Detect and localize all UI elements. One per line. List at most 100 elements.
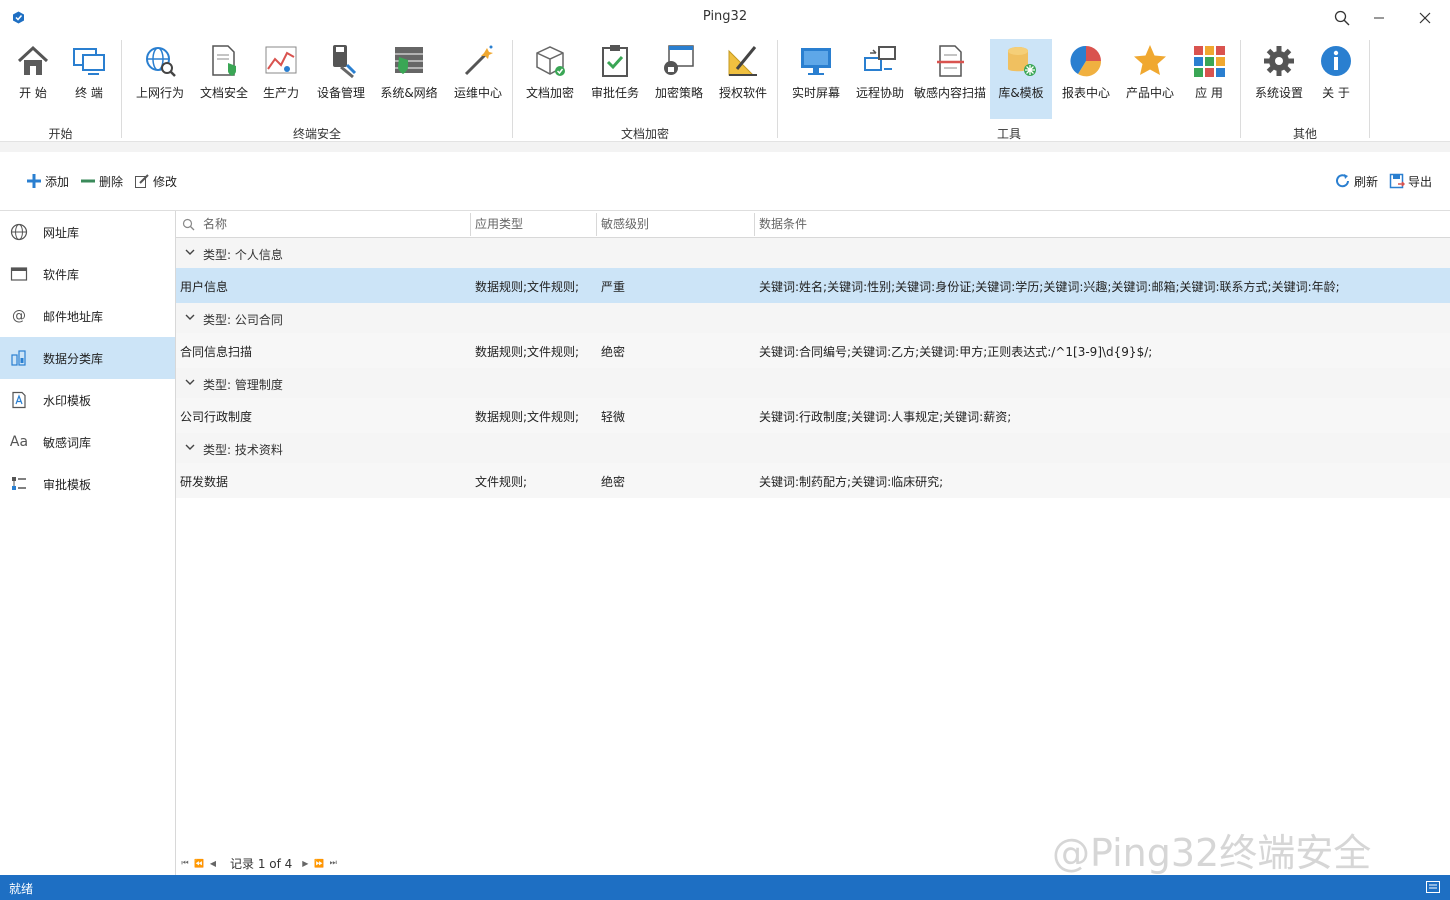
plus-icon xyxy=(27,174,41,188)
group-label-endpoint-security: 终端安全 xyxy=(292,127,341,141)
delete-button[interactable]: 删除 xyxy=(80,172,123,190)
prev-page-icon[interactable]: ◀ xyxy=(206,859,220,868)
sidebar-item-approval-template[interactable]: 审批模板 xyxy=(0,463,175,505)
ribbon-button-about[interactable]: 关 于 xyxy=(1313,39,1359,119)
export-button[interactable]: 导出 xyxy=(1389,172,1432,190)
ribbon-button-realtime-screen[interactable]: 实时屏幕 xyxy=(787,39,845,119)
last-page-icon[interactable]: ⏭ xyxy=(326,858,340,868)
ribbon-button-document-encryption[interactable]: 文档加密 xyxy=(520,39,580,119)
data-grid: 名称 应用类型 敏感级别 数据条件 类型: 个人信息 用户信息 数据规则;文件规… xyxy=(176,211,1450,875)
sidebar-item-data-classification[interactable]: 数据分类库 xyxy=(0,337,175,379)
refresh-button[interactable]: 刷新 xyxy=(1335,172,1378,190)
ribbon-button-remote-assist[interactable]: 远程协助 xyxy=(852,39,908,119)
close-button[interactable] xyxy=(1413,6,1437,30)
refresh-label: 刷新 xyxy=(1354,174,1379,189)
group-label-start: 开始 xyxy=(48,127,73,141)
realtime-screen-icon xyxy=(801,48,831,75)
ribbon-button-approval-task[interactable]: 审批任务 xyxy=(586,39,644,119)
table-row[interactable]: 用户信息 数据规则;文件规则; 严重 关键词:姓名;关键词:性别;关键词:身份证… xyxy=(176,268,1450,303)
pager: ⏮ ⏪ ◀ 记录 1 of 4 ▶ ⏩ ⏭ xyxy=(178,853,340,873)
sidebar-item-watermark-template[interactable]: 水印模板 xyxy=(0,379,175,421)
ribbon-button-productivity[interactable]: 生产力 xyxy=(256,39,306,119)
sidebar-item-software-library[interactable]: 软件库 xyxy=(0,253,175,295)
report-center-icon xyxy=(1070,45,1102,77)
table-row[interactable]: 合同信息扫描 数据规则;文件规则; 绝密 关键词:合同编号;关键词:乙方;关键词… xyxy=(176,333,1450,368)
sensitive-scan-icon xyxy=(937,45,964,77)
ribbon-button-device-management[interactable]: 设备管理 xyxy=(311,39,371,119)
at-icon: @ xyxy=(12,308,26,324)
sidebar-item-sensitive-words[interactable]: Aa 敏感词库 xyxy=(0,421,175,463)
table-row[interactable]: 研发数据 文件规则; 绝密 关键词:制药配方;关键词:临床研究; xyxy=(176,463,1450,498)
prev-page-group-icon[interactable]: ⏪ xyxy=(192,859,206,868)
globe-icon xyxy=(10,223,28,241)
next-page-icon[interactable]: ▶ xyxy=(298,859,312,868)
ribbon-button-system-network[interactable]: 系统&网络 xyxy=(376,39,442,119)
first-page-icon[interactable]: ⏮ xyxy=(178,858,192,868)
next-page-group-icon[interactable]: ⏩ xyxy=(312,859,326,868)
status-panel-icon[interactable] xyxy=(1426,881,1440,893)
chevron-down-icon[interactable] xyxy=(185,442,195,452)
ribbon-button-settings[interactable]: 系统设置 xyxy=(1249,39,1309,119)
edit-label: 修改 xyxy=(153,174,178,189)
authorized-software-icon xyxy=(728,46,757,76)
search-icon[interactable] xyxy=(1330,6,1354,30)
sidebar-item-label: 邮件地址库 xyxy=(43,310,104,324)
encryption-policy-icon xyxy=(664,45,694,75)
group-row[interactable]: 类型: 个人信息 xyxy=(176,238,1450,268)
ribbon-button-sensitive-scan[interactable]: 敏感内容扫描 xyxy=(912,39,988,119)
pager-record-text: 记录 1 of 4 xyxy=(230,856,293,871)
ribbon-button-library-template[interactable]: 库&模板 xyxy=(990,39,1052,119)
sidebar-item-label: 网址库 xyxy=(43,226,80,240)
apps-icon xyxy=(1194,46,1225,77)
ribbon-button-product-center[interactable]: 产品中心 xyxy=(1120,39,1180,119)
group-row[interactable]: 类型: 管理制度 xyxy=(176,368,1450,398)
chevron-down-icon[interactable] xyxy=(185,312,195,322)
minimize-button[interactable] xyxy=(1367,6,1391,30)
column-header-condition[interactable]: 数据条件 xyxy=(755,211,807,238)
cell-condition: 关键词:行政制度;关键词:人事规定;关键词:薪资; xyxy=(759,410,1012,424)
data-classify-icon xyxy=(10,349,28,367)
ribbon-button-report-center[interactable]: 报表中心 xyxy=(1056,39,1116,119)
add-button[interactable]: 添加 xyxy=(26,172,69,190)
group-label: 类型: 公司合同 xyxy=(203,313,283,327)
chevron-down-icon[interactable] xyxy=(185,377,195,387)
column-header-app-type[interactable]: 应用类型 xyxy=(471,211,523,238)
ribbon-button-start[interactable]: 开 始 xyxy=(8,39,58,119)
column-header-sensitivity[interactable]: 敏感级别 xyxy=(597,211,649,238)
settings-icon xyxy=(1264,46,1294,76)
ribbon-button-apps[interactable]: 应 用 xyxy=(1184,39,1234,119)
group-separator xyxy=(1369,40,1370,138)
group-separator xyxy=(121,40,122,138)
table-row[interactable]: 公司行政制度 数据规则;文件规则; 轻微 关键词:行政制度;关键词:人事规定;关… xyxy=(176,398,1450,433)
ribbon-button-ops-center[interactable]: 运维中心 xyxy=(448,39,508,119)
group-separator xyxy=(512,40,513,138)
edit-button[interactable]: 修改 xyxy=(134,172,177,190)
ribbon-button-document-security[interactable]: 文档安全 xyxy=(194,39,254,119)
group-row[interactable]: 类型: 公司合同 xyxy=(176,303,1450,333)
cell-condition: 关键词:制药配方;关键词:临床研究; xyxy=(759,475,944,489)
add-label: 添加 xyxy=(45,174,70,189)
cell-name: 研发数据 xyxy=(180,475,229,489)
cell-name: 用户信息 xyxy=(180,280,229,294)
column-header-name[interactable]: 名称 xyxy=(199,211,227,238)
export-label: 导出 xyxy=(1408,174,1433,189)
ribbon-button-encryption-policy[interactable]: 加密策略 xyxy=(649,39,709,119)
sidebar-item-url-library[interactable]: 网址库 xyxy=(0,211,175,253)
group-separator xyxy=(777,40,778,138)
ribbon-button-terminal[interactable]: 终 端 xyxy=(64,39,114,119)
chevron-down-icon[interactable] xyxy=(185,247,195,257)
refresh-icon xyxy=(1336,174,1349,188)
export-icon xyxy=(1389,173,1405,189)
sidebar-item-label: 数据分类库 xyxy=(43,352,104,366)
cell-condition: 关键词:姓名;关键词:性别;关键词:身份证;关键词:学历;关键词:兴趣;关键词:… xyxy=(759,280,1340,294)
group-row[interactable]: 类型: 技术资料 xyxy=(176,433,1450,463)
ribbon: 开 始 终 端 上网行为 文档安全 生产力 设备管理 系统&网络 运维中心 文档… xyxy=(0,36,1450,142)
ribbon-button-authorized-software[interactable]: 授权软件 xyxy=(714,39,772,119)
ribbon-button-web-behavior[interactable]: 上网行为 xyxy=(130,39,190,119)
cell-app-type: 数据规则;文件规则; xyxy=(475,410,580,424)
sidebar-item-email-library[interactable]: @ 邮件地址库 xyxy=(0,295,175,337)
minus-icon xyxy=(81,179,95,183)
search-icon[interactable] xyxy=(182,218,195,231)
group-label-document-encryption: 文档加密 xyxy=(620,127,669,141)
watermark-icon xyxy=(10,391,28,409)
